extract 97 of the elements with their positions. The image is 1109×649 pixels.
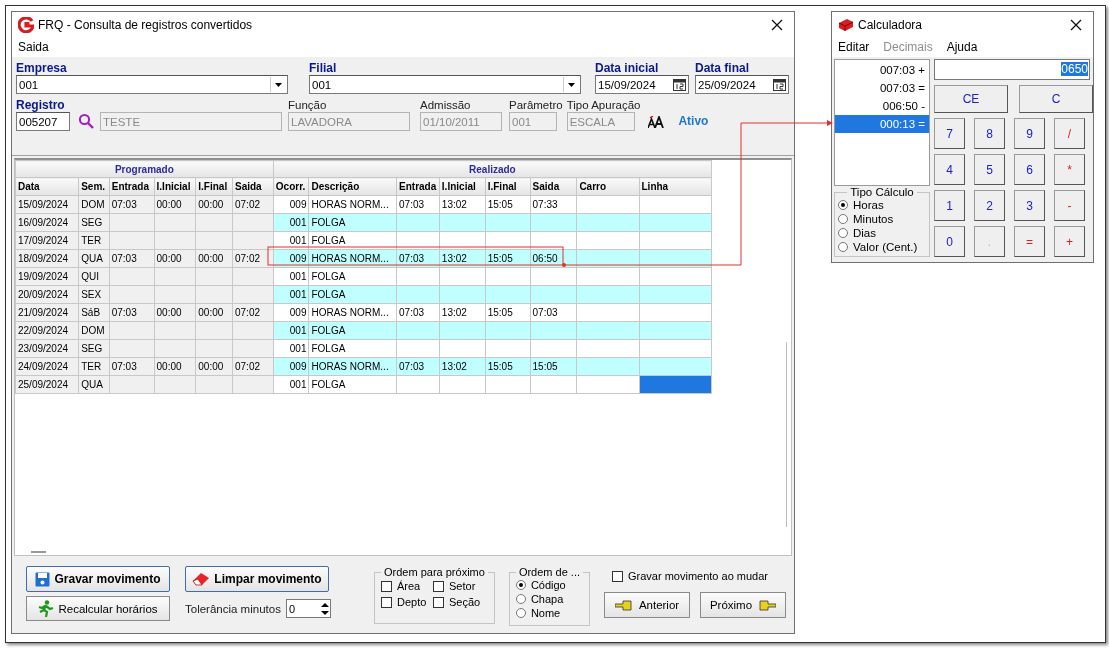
calendar-icon [773, 78, 786, 91]
calendar-icon [673, 78, 686, 91]
tolerance-label: Tolerância minutos [185, 601, 281, 616]
field-label: Admissão [420, 98, 472, 112]
field-label: Data inicial [595, 62, 660, 75]
tolerance-spinner[interactable]: 0 [285, 599, 331, 618]
calculator-key[interactable]: 0 [934, 226, 965, 257]
calculator-key[interactable]: = [1014, 226, 1045, 257]
radio-label: Valor (Cent.) [853, 240, 918, 254]
registration-field[interactable]: 005207 [16, 112, 70, 131]
radio-label: Dias [853, 226, 876, 240]
clear-button[interactable]: Limpar movimento [185, 566, 329, 592]
checkbox[interactable] [612, 570, 623, 582]
field-label: Parâmetro [509, 98, 563, 112]
calculator-key[interactable]: 5 [974, 154, 1005, 185]
radio-label: Nome [530, 606, 561, 620]
group-title: Tipo Cálculo [849, 186, 915, 198]
font-size-icon[interactable] [648, 116, 665, 128]
date-field[interactable]: 25/09/2024 [695, 75, 789, 94]
radio-button[interactable] [838, 228, 848, 238]
pointing-hand-icon [614, 599, 635, 611]
checkbox-label: Seção [449, 596, 481, 608]
logo-icon [18, 16, 34, 33]
running-figure-icon [38, 600, 55, 617]
readonly-field: LAVADORA [288, 112, 410, 131]
checkbox-label: Depto [397, 596, 427, 608]
radio-button[interactable] [515, 608, 526, 618]
dropdown-arrow-icon [568, 82, 575, 87]
calculator-key[interactable]: 3 [1014, 190, 1045, 221]
group-header: Programado [15, 160, 274, 178]
radio-button[interactable] [838, 214, 848, 224]
close-icon[interactable] [771, 18, 783, 31]
calculator-key[interactable]: + [1054, 226, 1085, 257]
history-item[interactable]: 007:03 + [835, 61, 929, 79]
recalculate-button[interactable]: Recalcular horários [26, 596, 170, 621]
close-icon[interactable] [1070, 18, 1082, 31]
radio-button[interactable] [515, 580, 526, 590]
date-field[interactable]: 15/09/2024 [595, 75, 689, 94]
field-label: Função [288, 98, 328, 112]
history-item[interactable]: 006:50 - [835, 97, 929, 115]
readonly-field: 01/10/2011 [420, 112, 502, 131]
field-label: Tipo Apuração [566, 98, 641, 112]
calculator-key[interactable]: * [1054, 154, 1085, 185]
calculator-key[interactable]: 8 [974, 118, 1005, 149]
dropdown-arrow-icon [275, 82, 282, 87]
window-title: Calculadora [858, 17, 924, 32]
dropdown-field[interactable]: 001 [309, 75, 581, 94]
calculator-key[interactable]: 4 [934, 154, 965, 185]
display-field[interactable]: 0650 [934, 59, 1090, 80]
checkbox-label: Área [397, 580, 421, 592]
cube-icon [838, 17, 854, 32]
menu-item[interactable]: Ajuda [946, 40, 978, 54]
calculator-key[interactable]: CE [934, 85, 1008, 113]
calculator-key[interactable]: 6 [1014, 154, 1045, 185]
field-label: Data final [695, 62, 750, 75]
next-button[interactable]: Próximo [700, 592, 786, 618]
save-button[interactable]: Gravar movimento [26, 566, 170, 592]
readonly-field: ESCALA [566, 112, 635, 131]
radio-label: Código [530, 578, 566, 592]
field-label: Filial [309, 62, 338, 75]
dropdown-field[interactable]: 001 [16, 75, 288, 94]
group-title: Ordem para próximo [383, 566, 486, 578]
calculator-key[interactable]: 7 [934, 118, 965, 149]
pointing-hand-icon [756, 599, 777, 611]
window-title: FRQ - Consulta de registros convertidos [38, 17, 254, 32]
eraser-icon [192, 572, 211, 586]
radio-button[interactable] [838, 242, 848, 252]
checkbox-label: Setor [449, 580, 476, 592]
checkbox[interactable] [381, 580, 392, 592]
menu-item[interactable]: Editar [838, 40, 870, 54]
group-title: Ordem de ... [517, 566, 581, 578]
field-label: Empresa [16, 62, 68, 75]
radio-label: Chapa [530, 592, 564, 606]
calculator-key[interactable]: 1 [934, 190, 965, 221]
previous-button[interactable]: Anterior [604, 592, 690, 618]
calculator-key[interactable]: 9 [1014, 118, 1045, 149]
calculator-key[interactable]: C [1019, 85, 1093, 113]
radio-label: Horas [853, 198, 884, 212]
calculator-key[interactable]: 2 [974, 190, 1005, 221]
radio-button[interactable] [838, 200, 848, 210]
radio-label: Minutos [853, 212, 894, 226]
employee-name-field: TESTE [100, 112, 282, 131]
history-item[interactable]: 007:03 = [835, 79, 929, 97]
readonly-field: 001 [509, 112, 557, 131]
checkbox[interactable] [381, 596, 392, 608]
calculator-key[interactable]: / [1054, 118, 1085, 149]
group-header: Realizado [273, 160, 712, 178]
search-icon[interactable] [78, 113, 94, 129]
menu-item[interactable]: Saida [18, 40, 49, 54]
checkbox[interactable] [433, 580, 444, 592]
checkbox[interactable] [433, 596, 444, 608]
status-text: Ativo [678, 114, 709, 128]
history-item[interactable]: 000:13 = [835, 115, 929, 133]
field-label: Registro [16, 99, 66, 112]
calculator-key[interactable]: - [1054, 190, 1085, 221]
checkbox-label: Gravar movimento ao mudar [628, 570, 768, 582]
radio-button[interactable] [515, 594, 526, 604]
